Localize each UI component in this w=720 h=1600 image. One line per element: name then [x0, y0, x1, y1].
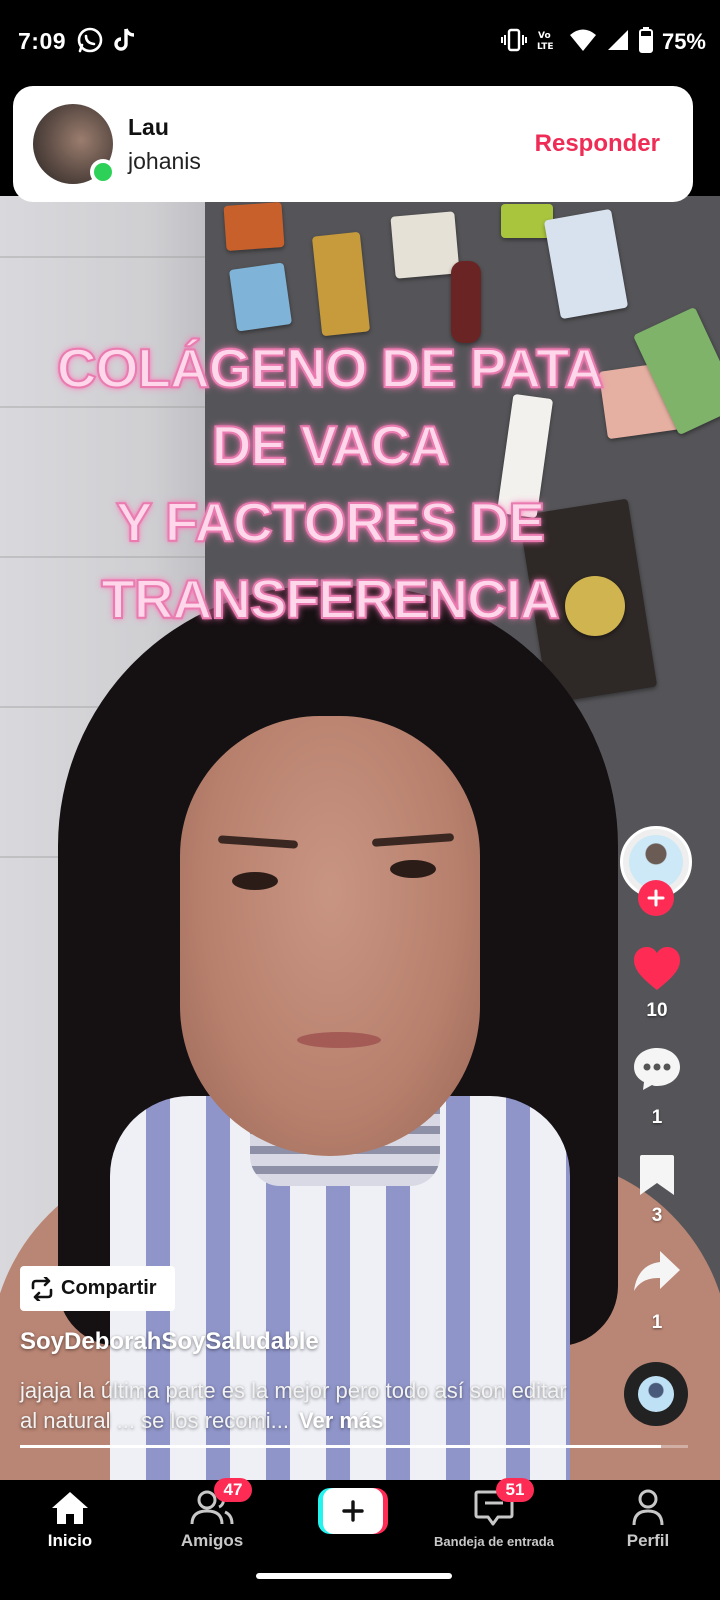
nav-profile-label: Perfil: [626, 1531, 670, 1550]
svg-text:LTE: LTE: [537, 42, 554, 52]
nav-inbox-label: Bandeja de entrada: [434, 1534, 554, 1549]
online-indicator: [90, 159, 116, 185]
bookmark-icon: [640, 1155, 674, 1195]
share-chip[interactable]: Compartir: [20, 1266, 175, 1311]
sender-name: Lau: [128, 114, 169, 140]
notification-message: johanis: [128, 148, 201, 174]
message-notification[interactable]: Lau johanis Responder: [13, 86, 693, 202]
comment-button[interactable]: [630, 1044, 684, 1094]
like-button[interactable]: [630, 944, 684, 994]
video-person-face: [180, 716, 480, 1156]
video-progress-fill: [20, 1445, 662, 1448]
like-count: 10: [646, 1000, 668, 1021]
inbox-badge: 51: [496, 1478, 534, 1502]
overlay-line-3: Y FACTORES DE: [115, 490, 546, 554]
comment-count: 1: [651, 1107, 663, 1128]
svg-text:Vo: Vo: [538, 31, 551, 41]
signal-icon: [606, 28, 630, 57]
video-overlay-text: COLÁGENO DE PATA DE VACA⁠ Y FACTORES DE …: [30, 330, 630, 638]
nav-home[interactable]: Inicio: [10, 1488, 130, 1551]
video-caption[interactable]: jajaja la última parte es la mejor pero …: [20, 1376, 580, 1436]
battery-percent: 75%: [661, 29, 706, 54]
repost-icon: [31, 1276, 53, 1301]
heart-icon: [634, 947, 680, 990]
see-more-link[interactable]: Ver más: [299, 1408, 383, 1433]
status-icons: Vo LTE 75%: [500, 26, 706, 58]
share-button[interactable]: [630, 1246, 684, 1296]
video-person-lips: [297, 1032, 381, 1048]
profile-icon: [588, 1488, 708, 1528]
caption-text: jajaja la última parte es la mejor pero …: [20, 1378, 567, 1433]
whatsapp-icon: [76, 26, 104, 54]
plus-icon: [342, 1500, 364, 1522]
reply-button[interactable]: Responder: [535, 130, 660, 158]
nav-friends-label: Amigos: [180, 1531, 244, 1550]
comment-icon: [634, 1048, 680, 1090]
gesture-home-bar[interactable]: [256, 1573, 452, 1579]
friends-icon: 47: [152, 1478, 272, 1528]
plus-icon: [647, 889, 665, 907]
volte-icon: Vo LTE: [536, 28, 560, 57]
nav-home-label: Inicio: [47, 1531, 93, 1550]
save-button[interactable]: [630, 1150, 684, 1200]
sound-thumbnail: [638, 1376, 674, 1412]
music-disc[interactable]: [624, 1362, 688, 1426]
overlay-line-1: COLÁGENO DE PATA: [56, 336, 605, 400]
wifi-icon: [569, 28, 597, 57]
video-progress-bar[interactable]: [20, 1445, 688, 1448]
tiktok-icon: [111, 26, 139, 54]
friends-badge: 47: [214, 1478, 252, 1502]
home-icon: [10, 1488, 130, 1528]
nav-profile[interactable]: Perfil: [588, 1488, 708, 1551]
battery-icon: [638, 26, 653, 58]
nav-friends[interactable]: 47 Amigos: [152, 1478, 272, 1551]
share-chip-label: Compartir: [61, 1277, 157, 1299]
creator-username[interactable]: SoyDeborahSoySaludable: [20, 1328, 319, 1356]
save-count: 3: [651, 1205, 663, 1226]
nav-inbox[interactable]: 51 Bandeja de entrada: [434, 1478, 554, 1549]
status-bar: 7:09 Vo LTE 75%: [0, 0, 720, 86]
status-time: 7:09: [18, 28, 67, 54]
share-arrow-icon: [634, 1251, 680, 1291]
vibrate-icon: [500, 28, 527, 57]
create-video-button[interactable]: [318, 1488, 388, 1534]
follow-plus-button[interactable]: [638, 880, 674, 916]
share-count: 1: [651, 1312, 663, 1333]
overlay-line-2: DE VACA⁠: [211, 413, 450, 477]
inbox-icon: 51: [434, 1478, 554, 1528]
overlay-line-4: TRANSFERENCIA: [100, 567, 561, 631]
